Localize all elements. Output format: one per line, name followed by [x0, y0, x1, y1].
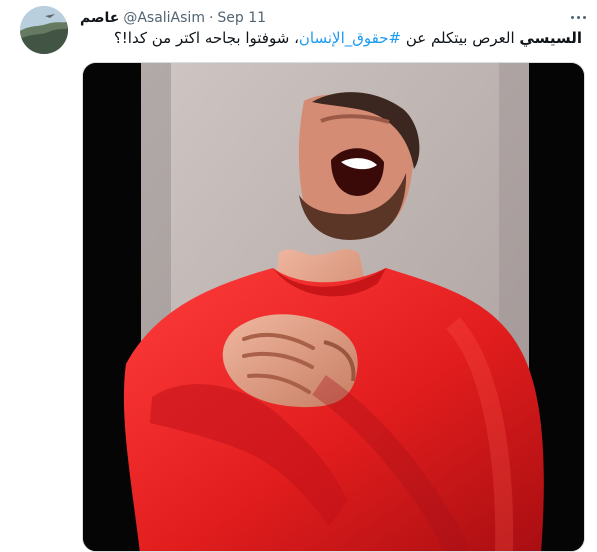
tweet-card[interactable]: عاصم @AsaliAsim · Sep 11 السيسي العرص بي… — [0, 0, 597, 552]
avatar-landscape-image — [20, 6, 68, 54]
user-handle[interactable]: @AsaliAsim — [123, 10, 205, 26]
tweet-text-middle: العرص بيتكلم عن — [401, 29, 520, 47]
more-horizontal-icon — [576, 15, 580, 19]
display-name[interactable]: عاصم — [80, 10, 119, 26]
header-separator: · — [208, 10, 214, 26]
tweet-date[interactable]: Sep 11 — [217, 10, 266, 26]
tweet-text-end: ، شوفتوا بجاحه اكتر من كدا!؟ — [113, 29, 299, 47]
tweet-text-bold: السيسي — [519, 29, 582, 47]
hashtag-link[interactable]: #حقوق_الإنسان — [299, 29, 401, 47]
more-horizontal-icon — [570, 15, 574, 19]
avatar[interactable] — [20, 6, 68, 54]
tweet-header: عاصم @AsaliAsim · Sep 11 — [80, 8, 266, 28]
tweet-media[interactable] — [82, 62, 585, 552]
tweet-text: السيسي العرص بيتكلم عن #حقوق_الإنسان، شو… — [114, 27, 582, 49]
media-image — [83, 63, 584, 551]
more-horizontal-icon — [582, 15, 586, 19]
more-options-button[interactable] — [566, 10, 590, 24]
